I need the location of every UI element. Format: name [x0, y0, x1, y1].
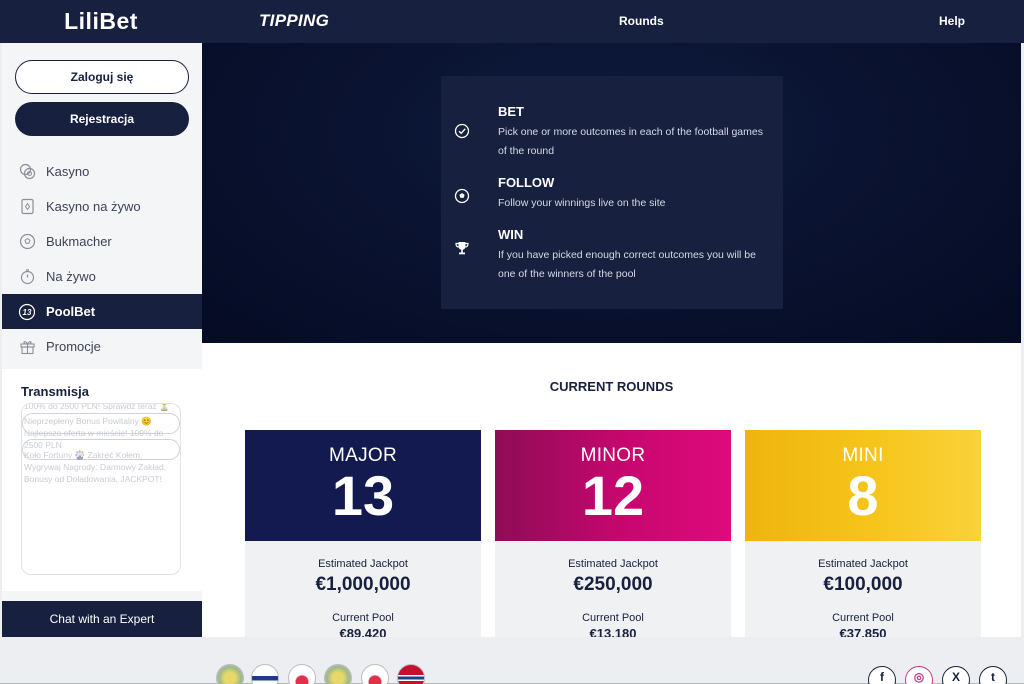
nav-help-link[interactable]: Help	[939, 14, 965, 28]
sidebar-item-label: Bukmacher	[46, 234, 112, 249]
login-button[interactable]: Zaloguj się	[15, 60, 189, 94]
round-number: 8	[847, 464, 879, 527]
round-card-minor[interactable]: MINOR 12 Estimated Jackpot €250,000 Curr…	[495, 430, 731, 637]
trophy-icon	[453, 239, 471, 257]
sidebar-item-label: PoolBet	[46, 304, 96, 319]
top-bar: LiliBet TIPPING Rounds Help	[0, 0, 1024, 43]
stream-title: Transmisja	[21, 384, 89, 399]
x-icon[interactable]: X	[942, 666, 970, 684]
brazil-flag-icon[interactable]	[324, 664, 352, 684]
jackpot-label: Estimated Jackpot	[318, 558, 408, 570]
jackpot-value: €250,000	[573, 574, 653, 595]
card-header: MINI 8	[745, 430, 981, 541]
finland-flag-icon[interactable]	[251, 664, 279, 684]
card-body: Estimated Jackpot €1,000,000 Current Poo…	[245, 558, 481, 637]
footer: f ◎ X t	[0, 637, 1024, 684]
card-header: MINOR 12	[495, 430, 731, 541]
round-number: 13	[331, 464, 395, 527]
number-13-icon: 13	[18, 303, 36, 321]
step-title: WIN	[498, 227, 524, 242]
instagram-icon[interactable]: ◎	[905, 666, 933, 684]
step-desc: Follow your winnings live on the site	[498, 197, 666, 209]
sidebar-item-kasyno[interactable]: Kasyno	[2, 154, 202, 189]
step-title: BET	[498, 104, 524, 119]
round-number: 12	[581, 464, 645, 527]
jackpot-label: Estimated Jackpot	[568, 558, 658, 570]
tumblr-icon[interactable]: t	[979, 666, 1007, 684]
jackpot-label: Estimated Jackpot	[818, 558, 908, 570]
check-circle-icon	[453, 122, 471, 140]
stream-panel: Transmisja 100% do 2500 PLN! Sprawdź ter…	[2, 369, 202, 591]
sidebar-item-bukmacher[interactable]: Bukmacher	[2, 224, 202, 259]
japan-flag-icon[interactable]	[361, 664, 389, 684]
pool-label: Current Pool	[582, 612, 644, 624]
facebook-icon[interactable]: f	[868, 666, 896, 684]
sidebar-menu: Kasyno Kasyno na żywo Bukmacher Na żywo …	[2, 154, 202, 364]
promo-text: 100% do 2500 PLN! Sprawdź teraz ⏳	[24, 403, 170, 411]
sidebar: Zaloguj się Rejestracja Kasyno Kasyno na…	[2, 43, 202, 637]
sidebar-item-poolbet[interactable]: 13 PoolBet	[2, 294, 202, 329]
sidebar-item-label: Kasyno	[46, 164, 90, 179]
svg-text:13: 13	[23, 308, 32, 317]
card-body: Estimated Jackpot €250,000 Current Pool …	[495, 558, 731, 637]
japan-flag-icon[interactable]	[288, 664, 316, 684]
brazil-flag-icon[interactable]	[216, 664, 244, 684]
sidebar-item-label: Na żywo	[46, 269, 96, 284]
section-title: CURRENT ROUNDS	[549, 379, 674, 394]
sidebar-item-label: Promocje	[46, 339, 101, 354]
step-desc: If you have picked enough correct outcom…	[498, 249, 756, 280]
tipping-title[interactable]: TIPPING	[259, 11, 329, 31]
how-it-works-box: BET Pick one or more outcomes in each of…	[441, 76, 783, 309]
pool-label: Current Pool	[832, 612, 894, 624]
jackpot-value: €1,000,000	[315, 574, 411, 595]
card-body: Estimated Jackpot €100,000 Current Pool …	[745, 558, 981, 637]
step-title: FOLLOW	[498, 175, 555, 190]
promo-text: Koło Fortuny 🎡 Zakręć Kołem, Wygrywaj Na…	[24, 450, 167, 484]
pool-label: Current Pool	[332, 612, 394, 624]
gift-icon	[18, 338, 36, 356]
nav-rounds-link[interactable]: Rounds	[619, 14, 664, 28]
live-casino-card-icon	[18, 198, 36, 216]
sidebar-item-label: Kasyno na żywo	[46, 199, 141, 214]
chat-with-expert-button[interactable]: Chat with an Expert	[2, 601, 202, 637]
promo-card[interactable]: 100% do 2500 PLN! Sprawdź teraz ⏳ Nieprz…	[21, 403, 181, 575]
card-header: MAJOR 13	[245, 430, 481, 541]
pool-value: €13,180	[589, 626, 637, 637]
register-button[interactable]: Rejestracja	[15, 102, 189, 136]
casino-chip-icon	[18, 163, 36, 181]
norway-flag-icon[interactable]	[397, 664, 425, 684]
step-desc: Pick one or more outcomes in each of the…	[498, 126, 763, 157]
football-icon	[18, 233, 36, 251]
sidebar-item-promocje[interactable]: Promocje	[2, 329, 202, 364]
sidebar-item-na-zywo[interactable]: Na żywo	[2, 259, 202, 294]
football-icon	[453, 187, 471, 205]
round-card-major[interactable]: MAJOR 13 Estimated Jackpot €1,000,000 Cu…	[245, 430, 481, 637]
sidebar-item-kasyno-na-zywo[interactable]: Kasyno na żywo	[2, 189, 202, 224]
pool-value: €89,420	[339, 626, 387, 637]
pool-value: €37,850	[839, 626, 887, 637]
stopwatch-icon	[18, 268, 36, 286]
jackpot-value: €100,000	[823, 574, 903, 595]
round-card-mini[interactable]: MINI 8 Estimated Jackpot €100,000 Curren…	[745, 430, 981, 637]
hero-banner: BET Pick one or more outcomes in each of…	[202, 43, 1021, 343]
lilibet-logo[interactable]: LiliBet	[0, 0, 202, 43]
current-rounds-section: CURRENT ROUNDS MAJOR 13 Estimated Jackpo…	[202, 343, 1021, 637]
